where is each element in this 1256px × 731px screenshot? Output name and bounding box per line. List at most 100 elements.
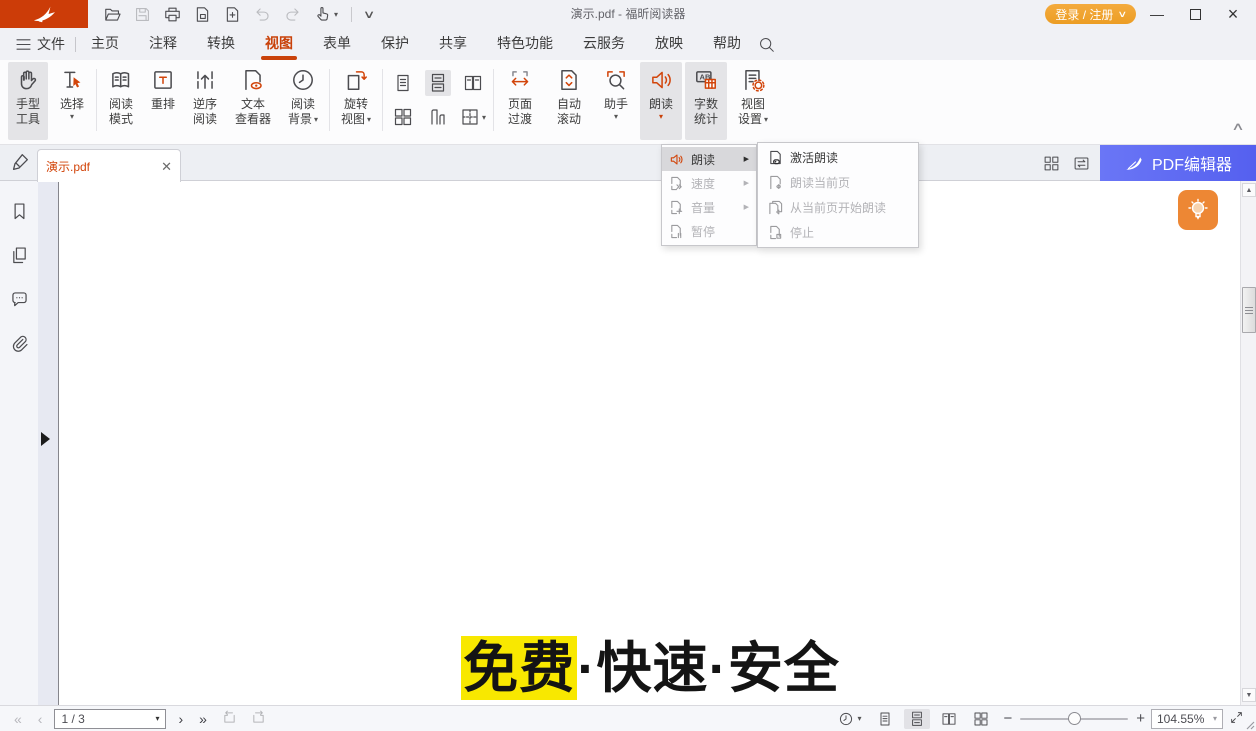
quad-layout-button[interactable] <box>390 104 416 130</box>
new-document-icon[interactable] <box>223 5 242 24</box>
menu-tab-features[interactable]: 特色功能 <box>482 28 568 60</box>
resize-grip[interactable] <box>1245 720 1255 730</box>
read-mode-button[interactable]: 阅读 模式 <box>100 62 142 140</box>
tips-button[interactable] <box>1178 190 1218 230</box>
next-view-button[interactable] <box>250 709 267 729</box>
ribbon-separator <box>382 69 383 131</box>
search-button[interactable] <box>758 36 775 53</box>
search-icon <box>758 36 775 53</box>
tab-close-icon[interactable]: ✕ <box>161 160 172 173</box>
zoom-dropdown-arrow-icon[interactable]: ▾ <box>1213 714 1217 723</box>
status-bar: « ‹ 1 / 3 ▾ › » ▾ <box>0 705 1256 731</box>
menu-tab-convert[interactable]: 转换 <box>192 28 250 60</box>
collapse-ribbon-icon[interactable]: ∧ <box>1231 120 1245 133</box>
scroll-up-button[interactable]: ▲ <box>1242 183 1256 197</box>
page-dropdown-arrow-icon[interactable]: ▾ <box>155 714 159 723</box>
ribbon-label: 手型 <box>16 97 40 112</box>
view-settings-button[interactable]: 视图 设置▾ <box>730 62 776 140</box>
four-pages-icon <box>973 711 989 727</box>
comments-panel-icon[interactable] <box>9 289 30 310</box>
headline-text: ·快速·安全 <box>577 637 840 699</box>
pdf-editor-button[interactable]: PDF编辑器 <box>1100 145 1256 181</box>
menu-tab-protect[interactable]: 保护 <box>366 28 424 60</box>
menu-tab-help[interactable]: 帮助 <box>698 28 756 60</box>
menu-item-activate-read-aloud[interactable]: 激活朗读 <box>758 145 918 170</box>
reflow-button[interactable]: 重排 <box>145 62 181 140</box>
word-count-button[interactable]: AB 字数 统计 <box>685 62 727 140</box>
fullscreen-button[interactable] <box>1229 710 1244 728</box>
next-page-button[interactable]: › <box>170 711 191 727</box>
menu-tab-view[interactable]: 视图 <box>250 28 308 60</box>
auto-scroll-button[interactable]: 自动 滚动 <box>546 62 592 140</box>
split-view-button[interactable]: ▾ <box>460 104 486 130</box>
attachments-panel-icon[interactable] <box>9 333 30 354</box>
status-facing-button[interactable] <box>936 709 962 729</box>
vertical-scrollbar[interactable]: ▲ ▼ <box>1240 181 1256 705</box>
first-page-button[interactable]: « <box>6 711 30 727</box>
text-viewer-button[interactable]: 文本 查看器 <box>229 62 277 140</box>
status-quad-button[interactable] <box>968 709 994 729</box>
app-logo[interactable] <box>0 0 88 28</box>
prev-page-button[interactable]: ‹ <box>30 711 51 727</box>
titlebar-right: 登录 / 注册 ∨ — × <box>1045 1 1256 27</box>
previous-view-button[interactable] <box>221 709 238 729</box>
login-button[interactable]: 登录 / 注册 ∨ <box>1045 4 1136 24</box>
reading-background-button[interactable]: ▾ <box>833 709 866 729</box>
rotate-view-button[interactable]: 旋转 视图▾ <box>333 62 379 140</box>
reverse-read-button[interactable]: 逆序 阅读 <box>184 62 226 140</box>
facing-continuous-layout-button[interactable] <box>425 104 451 130</box>
ribbon-label: 重排 <box>151 97 175 112</box>
save-icon[interactable] <box>133 5 152 24</box>
minimize-button[interactable]: — <box>1140 1 1174 27</box>
hand-tool-button[interactable]: 手型 工具 <box>8 62 48 140</box>
page-transition-button[interactable]: 页面 过渡 <box>497 62 543 140</box>
last-page-button[interactable]: » <box>191 711 215 727</box>
menu-tab-comment[interactable]: 注释 <box>134 28 192 60</box>
print-icon[interactable] <box>163 5 182 24</box>
file-menu-button[interactable]: 文件 <box>0 34 75 54</box>
assistant-button[interactable]: 助手 ▾ <box>595 62 637 140</box>
maximize-button[interactable] <box>1178 1 1212 27</box>
menu-tab-share[interactable]: 共享 <box>424 28 482 60</box>
quick-annotate-button[interactable] <box>9 151 31 178</box>
tab-reading-order-icon[interactable] <box>1073 155 1090 172</box>
zoom-level-input[interactable]: 104.55% ▾ <box>1151 709 1223 729</box>
scroll-down-button[interactable]: ▼ <box>1242 688 1256 702</box>
close-button[interactable]: × <box>1216 1 1250 27</box>
page-number-input[interactable]: 1 / 3 ▾ <box>54 709 166 729</box>
menu-item-read-aloud[interactable]: 朗读 ▶ <box>662 147 756 171</box>
status-single-page-button[interactable] <box>872 709 898 729</box>
next-view-icon <box>250 709 267 726</box>
single-page-layout-button[interactable] <box>390 70 416 96</box>
undo-icon[interactable] <box>253 5 272 24</box>
ribbon-label: 旋转 <box>344 97 368 112</box>
open-file-icon[interactable] <box>103 5 122 24</box>
read-background-button[interactable]: 阅读 背景▾ <box>280 62 326 140</box>
scrollbar-thumb[interactable] <box>1242 287 1256 333</box>
tab-grid-view-icon[interactable] <box>1043 155 1060 172</box>
hand-mode-button[interactable]: ▾ <box>313 5 338 24</box>
menu-tab-home[interactable]: 主页 <box>76 28 134 60</box>
expand-panel-handle[interactable] <box>41 432 50 446</box>
menu-tab-cloud[interactable]: 云服务 <box>568 28 640 60</box>
export-page-icon[interactable] <box>193 5 212 24</box>
document-page[interactable]: 免费·快速·安全 <box>61 181 1240 705</box>
customize-toolbar-chevron-icon[interactable]: ∨ <box>363 8 376 21</box>
facing-layout-button[interactable] <box>460 70 486 96</box>
zoom-slider[interactable] <box>1020 718 1128 720</box>
zoom-slider-thumb[interactable] <box>1068 712 1081 725</box>
menu-tab-form[interactable]: 表单 <box>308 28 366 60</box>
menu-tab-present[interactable]: 放映 <box>640 28 698 60</box>
zoom-in-button[interactable]: + <box>1136 710 1145 727</box>
bookmarks-panel-icon[interactable] <box>9 201 30 222</box>
select-button[interactable]: 选择 ▾ <box>51 62 93 140</box>
facing-pages-icon <box>463 73 483 93</box>
redo-icon[interactable] <box>283 5 302 24</box>
pages-panel-icon[interactable] <box>9 245 30 266</box>
status-continuous-button[interactable] <box>904 709 930 729</box>
continuous-layout-button[interactable] <box>425 70 451 96</box>
zoom-out-button[interactable]: − <box>1003 710 1012 727</box>
document-tab[interactable]: 演示.pdf ✕ <box>37 149 181 182</box>
read-aloud-button[interactable]: 朗读 ▾ <box>640 62 682 140</box>
ribbon-label: 自动 <box>557 97 581 112</box>
